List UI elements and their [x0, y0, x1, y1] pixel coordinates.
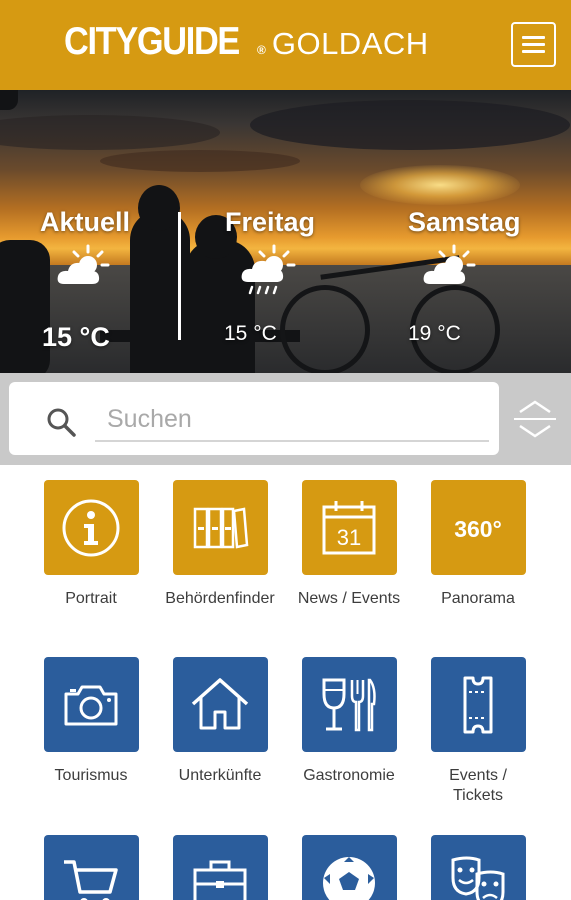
weather-temp-saturday: 19 °C [408, 322, 461, 345]
cityguide-logo[interactable]: CITYGUIDE ® GOLDACH [64, 20, 429, 70]
hero-photo-foliage [0, 240, 50, 373]
logo-brand-text: CITYGUIDE [64, 20, 240, 63]
tile-events-tickets[interactable]: Events / Tickets [413, 657, 543, 806]
hero-photo-cloud [250, 100, 570, 150]
hero-photo-cloud [100, 150, 300, 172]
partly-cloudy-icon [57, 244, 110, 284]
tile-label: Unterkünfte [178, 767, 262, 784]
tile-label: Panorama [441, 590, 515, 607]
tile-gastronomie-box[interactable] [301, 657, 397, 752]
app-header: CITYGUIDE ® GOLDACH [0, 0, 571, 90]
expand-collapse-toggle-icon[interactable] [512, 398, 558, 440]
tile-culture[interactable] [413, 835, 543, 900]
tile-business[interactable] [155, 835, 285, 900]
tile-portrait[interactable]: Portrait [26, 480, 156, 609]
app-screen: CITYGUIDE ® GOLDACH Aktuell 15 °C Freita… [0, 0, 571, 900]
weather-friday: Freitag [225, 207, 315, 238]
shopping-cart-icon [64, 859, 118, 900]
weather-temp-friday: 15 °C [224, 322, 277, 345]
tile-label: Events / Tickets [449, 767, 507, 804]
weather-day-label: Samstag [408, 207, 521, 237]
category-grid: Portrait Behördenfinder 31 News / Events… [0, 465, 571, 900]
panorama-360-icon: 360° [454, 516, 502, 542]
search-input[interactable] [95, 398, 489, 442]
search-icon[interactable] [45, 406, 77, 438]
tile-shopping-box[interactable] [43, 835, 139, 900]
logo-city-name: GOLDACH [271, 26, 429, 61]
camera-icon [64, 685, 118, 725]
panorama-icon-text: 360° [454, 516, 502, 542]
hero-photo-foliage [0, 90, 18, 110]
tile-events-tickets-box[interactable] [430, 657, 526, 752]
house-icon [191, 677, 249, 729]
binders-icon [193, 506, 249, 549]
weather-day-label: Freitag [225, 207, 316, 237]
tile-behoerdenfinder-box[interactable] [172, 480, 268, 575]
menu-line [522, 36, 545, 39]
tile-unterkuenfte-box[interactable] [172, 657, 268, 752]
weather-temp-current: 15 °C [42, 322, 110, 352]
tile-label: Behördenfinder [165, 590, 275, 607]
hero-photo-person-head [138, 185, 180, 231]
tile-panorama[interactable]: 360° Panorama [413, 480, 543, 609]
logo-registered-mark: ® [257, 43, 266, 57]
tile-label: Portrait [65, 590, 117, 607]
tile-tourismus-box[interactable] [43, 657, 139, 752]
tile-tourismus[interactable]: Tourismus [26, 657, 156, 786]
tile-sport[interactable] [284, 835, 414, 900]
tile-news-events[interactable]: 31 News / Events [284, 480, 414, 609]
tile-sport-box[interactable] [301, 835, 397, 900]
tile-label: News / Events [297, 590, 401, 607]
tile-portrait-box[interactable] [43, 480, 139, 575]
hero-photo-sun [360, 165, 520, 205]
wine-cutlery-icon [322, 678, 376, 731]
weather-saturday: Samstag [408, 207, 521, 238]
tile-business-box[interactable] [172, 835, 268, 900]
search-bar [0, 373, 571, 465]
weather-hero-banner[interactable]: Aktuell 15 °C Freitag 15 °C Samstag 19 °… [0, 90, 571, 373]
hamburger-menu-icon[interactable] [511, 22, 556, 67]
tile-culture-box[interactable] [430, 835, 526, 900]
weather-day-label: Aktuell [40, 207, 131, 237]
tile-shopping[interactable] [26, 835, 156, 900]
tile-unterkuenfte[interactable]: Unterkünfte [155, 657, 285, 786]
hero-photo-person [130, 210, 190, 373]
weather-divider [178, 212, 181, 340]
menu-line [522, 50, 545, 53]
weather-current: Aktuell [40, 207, 130, 238]
calendar-icon: 31 [322, 500, 376, 554]
soccer-ball-icon [323, 856, 375, 900]
tile-gastronomie[interactable]: Gastronomie [284, 657, 414, 786]
partly-cloudy-icon [423, 244, 476, 284]
theater-masks-icon [451, 856, 505, 900]
menu-line [522, 43, 545, 46]
tile-label: Tourismus [54, 767, 128, 784]
hero-photo-cloud [0, 115, 220, 150]
ticket-icon [463, 676, 493, 733]
tile-panorama-box[interactable]: 360° [430, 480, 526, 575]
tile-behoerdenfinder[interactable]: Behördenfinder [155, 480, 285, 609]
briefcase-icon [193, 860, 247, 900]
search-box[interactable] [9, 382, 499, 455]
tile-news-events-box[interactable]: 31 [301, 480, 397, 575]
tile-label: Gastronomie [303, 767, 395, 784]
info-icon [62, 499, 120, 556]
cloud-rain-sun-icon [241, 244, 296, 295]
calendar-icon-number: 31 [337, 525, 361, 550]
